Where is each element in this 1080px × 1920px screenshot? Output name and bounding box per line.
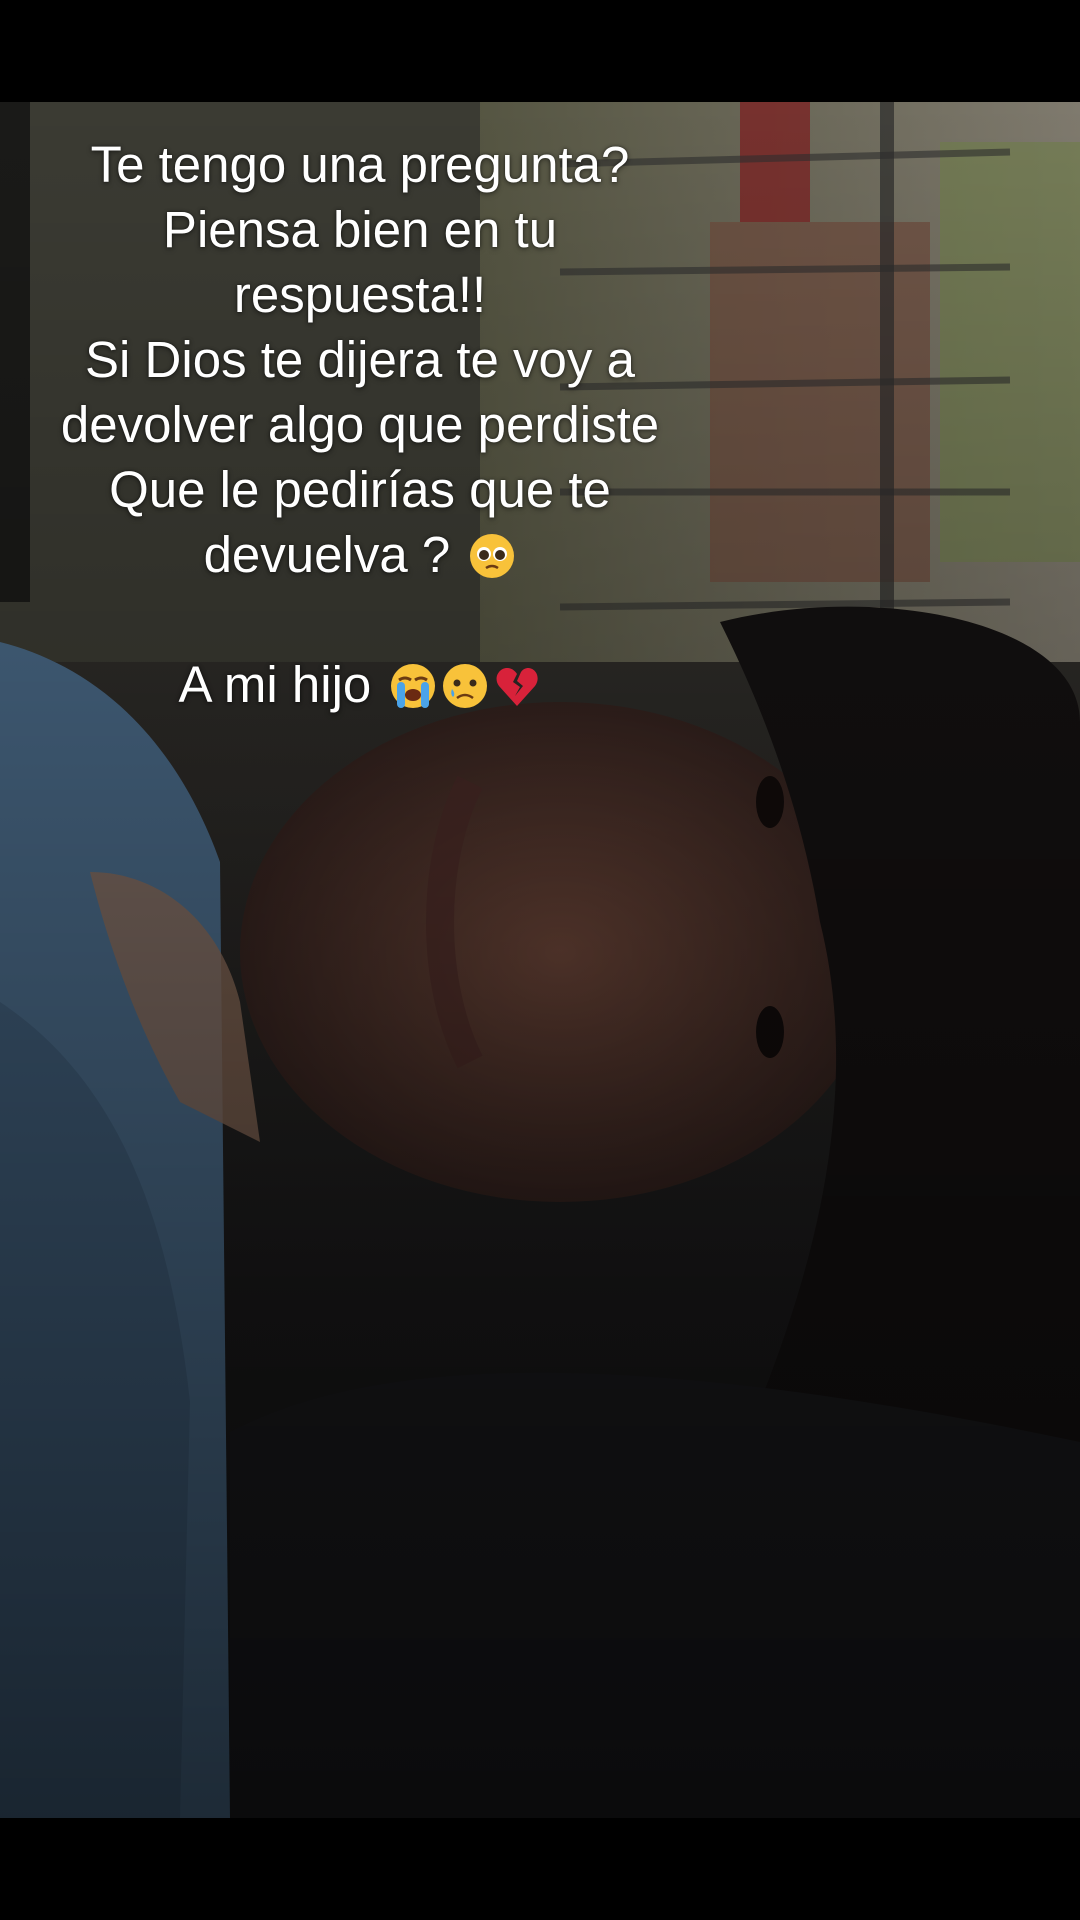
caption-answer-line: A mi hijo [20,652,700,717]
caption-line: devolver algo que perdiste [60,396,660,453]
caption-line: Si Dios te dijera te voy a [85,331,635,388]
caption-text: Te tengo una pregunta? Piensa bien en tu… [20,132,700,717]
caption-question-line: devuelva ? [20,522,700,587]
caption-line: Te tengo una pregunta? [90,136,630,193]
caption-line: Que le pedirías que te [109,461,611,518]
crying-face-icon [441,662,489,710]
caption-line: devuelva ? [203,526,451,583]
pleading-face-icon [468,532,516,580]
caption-answer: A mi hijo [178,656,372,713]
caption-line: respuesta!! [233,266,487,323]
loudly-crying-face-icon [389,662,437,710]
video-frame: Te tengo una pregunta? Piensa bien en tu… [0,0,1080,1920]
broken-heart-icon [493,662,541,710]
caption-line: Piensa bien en tu [162,201,558,258]
